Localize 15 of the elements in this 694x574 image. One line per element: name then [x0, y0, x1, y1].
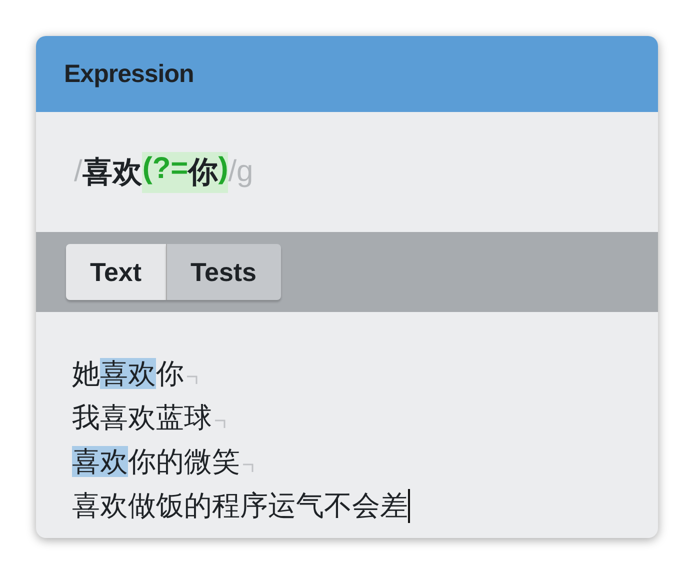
panel-title: Expression [64, 60, 194, 88]
text-line: 喜欢做饭的程序运气不会差 [72, 489, 408, 523]
expression-token: ?= [152, 152, 188, 184]
tab[interactable]: Tests [166, 244, 281, 300]
text-line: 喜欢你的微笑 [72, 445, 240, 479]
expression-token: / [228, 155, 237, 189]
text-line: 她喜欢你 [72, 357, 184, 391]
tab[interactable]: Text [66, 244, 166, 300]
expression-token: / [74, 155, 82, 189]
text-line: 我喜欢蓝球 [72, 401, 212, 435]
expression-token: 你 [188, 154, 218, 190]
expression-token: 喜欢 [82, 154, 142, 190]
expression-token: g [236, 155, 254, 189]
expression-token: ) [218, 152, 228, 186]
expression-token: ( [142, 152, 152, 186]
